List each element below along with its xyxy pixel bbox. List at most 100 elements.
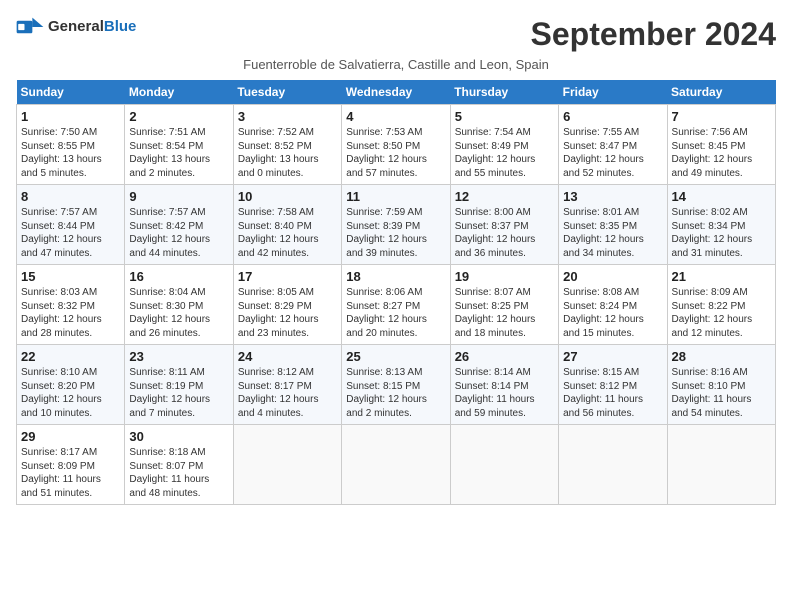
week-row-2: 8 Sunrise: 7:57 AM Sunset: 8:44 PM Daylig… (17, 185, 776, 265)
day-detail: Sunrise: 8:04 AM Sunset: 8:30 PM Dayligh… (129, 286, 228, 340)
logo-icon (16, 16, 44, 38)
weekday-header-monday: Monday (125, 80, 233, 105)
day-number: 1 (21, 109, 120, 124)
day-cell: 29Sunrise: 8:17 AM Sunset: 8:09 PM Dayli… (17, 425, 125, 505)
day-number: 4 (346, 109, 445, 124)
day-detail: Sunrise: 7:50 AM Sunset: 8:55 PM Dayligh… (21, 126, 120, 180)
subtitle: Fuenterroble de Salvatierra, Castille an… (16, 57, 776, 72)
day-detail: Sunrise: 7:53 AM Sunset: 8:50 PM Dayligh… (346, 126, 445, 180)
day-detail: Sunrise: 7:51 AM Sunset: 8:54 PM Dayligh… (129, 126, 228, 180)
day-cell: 10 Sunrise: 7:58 AM Sunset: 8:40 PM Dayli… (233, 185, 341, 265)
day-detail: Sunrise: 7:57 AM Sunset: 8:42 PM Dayligh… (129, 206, 228, 260)
day-detail: Sunrise: 7:52 AM Sunset: 8:52 PM Dayligh… (238, 126, 337, 180)
week-row-4: 22 Sunrise: 8:10 AM Sunset: 8:20 PM Dayli… (17, 345, 776, 425)
day-cell (342, 425, 450, 505)
day-cell: 6 Sunrise: 7:55 AM Sunset: 8:47 PM Daylig… (559, 105, 667, 185)
day-detail: Sunrise: 8:06 AM Sunset: 8:27 PM Dayligh… (346, 286, 445, 340)
day-detail: Sunrise: 8:07 AM Sunset: 8:25 PM Dayligh… (455, 286, 554, 340)
day-detail: Sunrise: 7:58 AM Sunset: 8:40 PM Dayligh… (238, 206, 337, 260)
day-cell: 26 Sunrise: 8:14 AM Sunset: 8:14 PM Dayli… (450, 345, 558, 425)
day-cell: 30 Sunrise: 8:18 AM Sunset: 8:07 PM Dayli… (125, 425, 233, 505)
week-row-1: 1 Sunrise: 7:50 AM Sunset: 8:55 PM Daylig… (17, 105, 776, 185)
day-detail: Sunrise: 8:08 AM Sunset: 8:24 PM Dayligh… (563, 286, 662, 340)
week-row-3: 15Sunrise: 8:03 AM Sunset: 8:32 PM Dayli… (17, 265, 776, 345)
weekday-header-thursday: Thursday (450, 80, 558, 105)
day-number: 17 (238, 269, 337, 284)
calendar-table: SundayMondayTuesdayWednesdayThursdayFrid… (16, 80, 776, 505)
day-detail: Sunrise: 8:01 AM Sunset: 8:35 PM Dayligh… (563, 206, 662, 260)
week-row-5: 29Sunrise: 8:17 AM Sunset: 8:09 PM Dayli… (17, 425, 776, 505)
day-detail: Sunrise: 8:14 AM Sunset: 8:14 PM Dayligh… (455, 366, 554, 420)
day-detail: Sunrise: 7:54 AM Sunset: 8:49 PM Dayligh… (455, 126, 554, 180)
day-number: 12 (455, 189, 554, 204)
day-number: 6 (563, 109, 662, 124)
day-cell: 21Sunrise: 8:09 AM Sunset: 8:22 PM Dayli… (667, 265, 775, 345)
day-number: 14 (672, 189, 771, 204)
day-cell: 23 Sunrise: 8:11 AM Sunset: 8:19 PM Dayli… (125, 345, 233, 425)
day-number: 3 (238, 109, 337, 124)
logo: GeneralBlue (16, 16, 136, 38)
day-detail: Sunrise: 8:02 AM Sunset: 8:34 PM Dayligh… (672, 206, 771, 260)
day-number: 20 (563, 269, 662, 284)
day-number: 29 (21, 429, 120, 444)
day-number: 26 (455, 349, 554, 364)
day-detail: Sunrise: 8:16 AM Sunset: 8:10 PM Dayligh… (672, 366, 771, 420)
day-detail: Sunrise: 8:13 AM Sunset: 8:15 PM Dayligh… (346, 366, 445, 420)
day-detail: Sunrise: 8:11 AM Sunset: 8:19 PM Dayligh… (129, 366, 228, 420)
day-detail: Sunrise: 8:18 AM Sunset: 8:07 PM Dayligh… (129, 446, 228, 500)
day-detail: Sunrise: 7:57 AM Sunset: 8:44 PM Dayligh… (21, 206, 120, 260)
day-cell: 28 Sunrise: 8:16 AM Sunset: 8:10 PM Dayli… (667, 345, 775, 425)
day-cell: 8 Sunrise: 7:57 AM Sunset: 8:44 PM Daylig… (17, 185, 125, 265)
day-cell: 18 Sunrise: 8:06 AM Sunset: 8:27 PM Dayli… (342, 265, 450, 345)
day-cell (450, 425, 558, 505)
day-cell: 17 Sunrise: 8:05 AM Sunset: 8:29 PM Dayli… (233, 265, 341, 345)
day-number: 8 (21, 189, 120, 204)
day-number: 21 (672, 269, 771, 284)
day-cell: 7 Sunrise: 7:56 AM Sunset: 8:45 PM Daylig… (667, 105, 775, 185)
weekday-header-row: SundayMondayTuesdayWednesdayThursdayFrid… (17, 80, 776, 105)
day-cell (559, 425, 667, 505)
page-header: GeneralBlue September 2024 (16, 16, 776, 53)
day-number: 7 (672, 109, 771, 124)
main-title: September 2024 (531, 16, 776, 53)
day-cell (233, 425, 341, 505)
day-number: 28 (672, 349, 771, 364)
day-detail: Sunrise: 8:05 AM Sunset: 8:29 PM Dayligh… (238, 286, 337, 340)
day-number: 18 (346, 269, 445, 284)
weekday-header-wednesday: Wednesday (342, 80, 450, 105)
day-number: 9 (129, 189, 228, 204)
day-number: 11 (346, 189, 445, 204)
day-detail: Sunrise: 8:12 AM Sunset: 8:17 PM Dayligh… (238, 366, 337, 420)
day-cell: 22 Sunrise: 8:10 AM Sunset: 8:20 PM Dayli… (17, 345, 125, 425)
day-cell: 13 Sunrise: 8:01 AM Sunset: 8:35 PM Dayli… (559, 185, 667, 265)
day-detail: Sunrise: 7:55 AM Sunset: 8:47 PM Dayligh… (563, 126, 662, 180)
day-number: 23 (129, 349, 228, 364)
day-detail: Sunrise: 8:10 AM Sunset: 8:20 PM Dayligh… (21, 366, 120, 420)
day-cell: 3 Sunrise: 7:52 AM Sunset: 8:52 PM Daylig… (233, 105, 341, 185)
day-cell: 4 Sunrise: 7:53 AM Sunset: 8:50 PM Daylig… (342, 105, 450, 185)
day-cell: 25Sunrise: 8:13 AM Sunset: 8:15 PM Dayli… (342, 345, 450, 425)
day-cell: 27Sunrise: 8:15 AM Sunset: 8:12 PM Dayli… (559, 345, 667, 425)
day-cell: 15Sunrise: 8:03 AM Sunset: 8:32 PM Dayli… (17, 265, 125, 345)
day-cell: 2 Sunrise: 7:51 AM Sunset: 8:54 PM Daylig… (125, 105, 233, 185)
day-number: 13 (563, 189, 662, 204)
day-cell: 9 Sunrise: 7:57 AM Sunset: 8:42 PM Daylig… (125, 185, 233, 265)
day-number: 2 (129, 109, 228, 124)
day-cell: 5 Sunrise: 7:54 AM Sunset: 8:49 PM Daylig… (450, 105, 558, 185)
logo-general-text: General (48, 18, 104, 35)
weekday-header-saturday: Saturday (667, 80, 775, 105)
day-detail: Sunrise: 7:56 AM Sunset: 8:45 PM Dayligh… (672, 126, 771, 180)
day-detail: Sunrise: 7:59 AM Sunset: 8:39 PM Dayligh… (346, 206, 445, 260)
day-number: 22 (21, 349, 120, 364)
day-cell (667, 425, 775, 505)
day-cell: 1 Sunrise: 7:50 AM Sunset: 8:55 PM Daylig… (17, 105, 125, 185)
day-number: 10 (238, 189, 337, 204)
day-number: 30 (129, 429, 228, 444)
day-number: 27 (563, 349, 662, 364)
day-cell: 16Sunrise: 8:04 AM Sunset: 8:30 PM Dayli… (125, 265, 233, 345)
weekday-header-friday: Friday (559, 80, 667, 105)
weekday-header-sunday: Sunday (17, 80, 125, 105)
day-cell: 11 Sunrise: 7:59 AM Sunset: 8:39 PM Dayli… (342, 185, 450, 265)
day-detail: Sunrise: 8:00 AM Sunset: 8:37 PM Dayligh… (455, 206, 554, 260)
day-number: 5 (455, 109, 554, 124)
